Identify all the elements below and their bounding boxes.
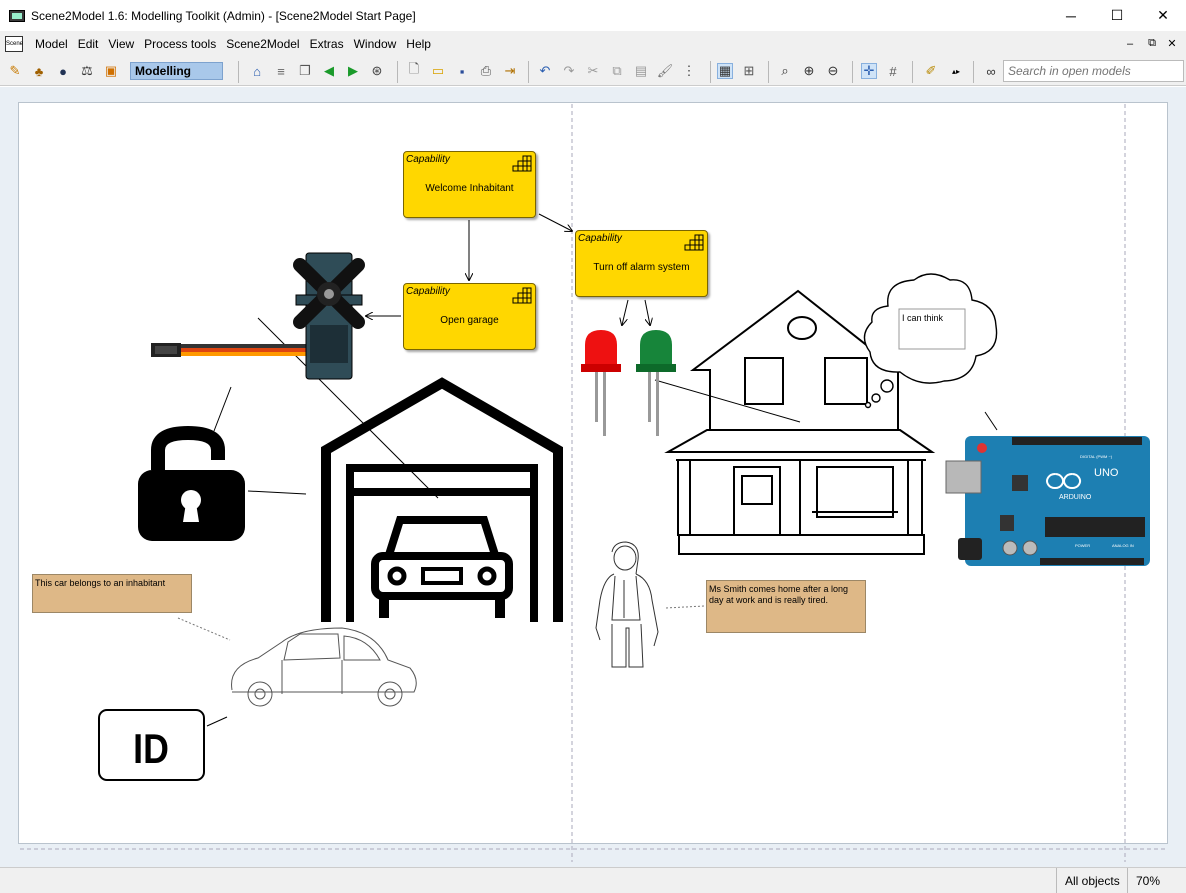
thought-cloud-icon[interactable]: [863, 273, 998, 409]
capability-stairs-icon: [684, 234, 704, 251]
relation-line[interactable]: [984, 411, 998, 431]
relation-line[interactable]: [247, 490, 307, 495]
capability-stairs-icon: [512, 155, 532, 172]
note-connector[interactable]: [665, 605, 705, 609]
model-canvas[interactable]: ARDUINO UNO DIGITAL (PWM ~) POWER ANALOG…: [0, 0, 1186, 893]
status-filter: All objects: [1056, 868, 1128, 893]
relation-arrow[interactable]: [644, 299, 650, 325]
capability-name: Open garage: [440, 315, 499, 326]
capability-type-label: Capability: [406, 154, 450, 165]
note-connector[interactable]: [177, 617, 231, 641]
arduino-brand-label: ARDUINO: [1059, 494, 1092, 501]
green-led-icon[interactable]: [636, 330, 676, 436]
arduino-power-label: POWER: [1075, 543, 1090, 548]
note-car[interactable]: This car belongs to an inhabitant: [32, 574, 192, 613]
servo-motor-icon[interactable]: [151, 252, 365, 380]
garage-icon[interactable]: [321, 377, 563, 622]
capability-welcome-inhabitant[interactable]: Capability Welcome Inhabitant: [403, 151, 536, 218]
red-led-icon[interactable]: [581, 330, 621, 436]
id-card-icon[interactable]: ID: [98, 709, 205, 781]
arduino-board-icon[interactable]: ARDUINO UNO DIGITAL (PWM ~) POWER ANALOG…: [945, 436, 1150, 566]
id-card-label: ID: [133, 726, 169, 772]
lock-icon[interactable]: [138, 425, 245, 541]
arduino-model-label: UNO: [1094, 467, 1119, 479]
capability-name: Turn off alarm system: [593, 262, 690, 273]
relation-line[interactable]: [654, 379, 801, 423]
arduino-analog-label: ANALOG IN: [1112, 543, 1134, 548]
capability-type-label: Capability: [578, 233, 622, 244]
arduino-digital-label: DIGITAL (PWM ~): [1080, 454, 1113, 459]
capability-name: Welcome Inhabitant: [425, 183, 514, 194]
relation-arrow[interactable]: [622, 299, 629, 325]
capability-open-garage[interactable]: Capability Open garage: [403, 283, 536, 350]
thought-text[interactable]: I can think: [902, 313, 943, 323]
relation-line[interactable]: [206, 716, 228, 727]
capability-type-label: Capability: [406, 286, 450, 297]
relation-line[interactable]: [213, 386, 232, 432]
relation-arrow[interactable]: [538, 213, 572, 231]
note-ms-smith[interactable]: Ms Smith comes home after a long day at …: [706, 580, 866, 633]
car-sketch-icon[interactable]: [231, 627, 417, 707]
person-sketch-icon[interactable]: [595, 541, 659, 668]
status-bar: All objects 70%: [0, 867, 1186, 893]
status-zoom: 70%: [1127, 868, 1168, 893]
capability-stairs-icon: [512, 287, 532, 304]
capability-turn-off-alarm[interactable]: Capability Turn off alarm system: [575, 230, 708, 297]
